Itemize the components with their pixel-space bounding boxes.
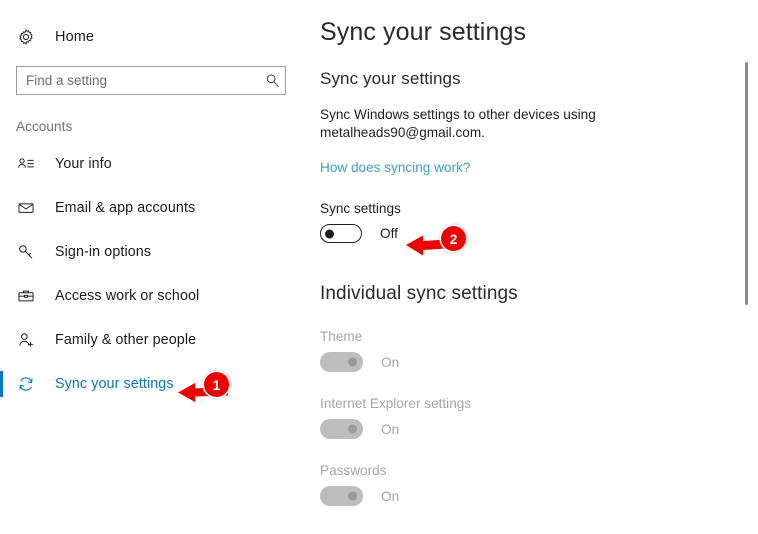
vertical-scrollbar[interactable]: [741, 0, 753, 534]
page-title: Sync your settings: [320, 18, 527, 46]
sidebar-item-sign-in-options[interactable]: Sign-in options: [0, 230, 300, 274]
sync-icon: [16, 374, 36, 394]
gear-icon: [16, 27, 36, 47]
key-icon: [16, 242, 36, 262]
annotation-badge-2: 2: [441, 226, 466, 251]
sidebar-item-home-label: Home: [55, 29, 95, 45]
sidebar-item-your-info[interactable]: Your info: [0, 142, 300, 186]
theme-toggle-state: On: [381, 354, 400, 370]
search-input[interactable]: [17, 67, 259, 94]
sidebar-item-sync-your-settings[interactable]: Sync your settings: [0, 362, 300, 406]
sidebar-nav: Your info Email & app accounts Sign-in o…: [0, 142, 300, 406]
sidebar-item-family-other-people-label: Family & other people: [55, 332, 197, 348]
settings-window: Home Accounts: [0, 0, 758, 534]
search-icon[interactable]: [259, 67, 285, 94]
individual-sync-settings-heading: Individual sync settings: [320, 283, 518, 304]
toggle-knob: [348, 491, 357, 501]
passwords-toggle: [320, 486, 363, 506]
sync-section-heading: Sync your settings: [320, 69, 461, 88]
sidebar-item-access-work-or-school[interactable]: Access work or school: [0, 274, 300, 318]
sidebar: Home Accounts: [0, 0, 300, 534]
person-add-icon: [16, 330, 36, 350]
sync-settings-toggle[interactable]: [320, 224, 362, 243]
main-content: Sync your settings Sync your settings Sy…: [300, 0, 758, 534]
theme-label: Theme: [320, 329, 363, 344]
theme-toggle: [320, 352, 363, 372]
passwords-label: Passwords: [320, 463, 387, 478]
sidebar-item-home[interactable]: Home: [0, 20, 300, 54]
contact-card-icon: [16, 154, 36, 174]
annotation-badge-1: 1: [204, 372, 229, 397]
internet-explorer-settings-toggle-row: On: [320, 419, 758, 439]
toggle-knob: [348, 357, 357, 367]
sidebar-item-email-app-accounts-label: Email & app accounts: [55, 200, 196, 216]
theme-toggle-row: On: [320, 352, 758, 372]
how-does-syncing-work-link[interactable]: How does syncing work?: [320, 160, 470, 175]
briefcase-icon: [16, 286, 36, 306]
envelope-icon: [16, 198, 36, 218]
sync-settings-label: Sync settings: [320, 201, 401, 216]
sync-description: Sync Windows settings to other devices u…: [320, 107, 596, 140]
internet-explorer-settings-label: Internet Explorer settings: [320, 396, 472, 411]
sidebar-item-sign-in-options-label: Sign-in options: [55, 244, 152, 260]
sidebar-item-access-work-or-school-label: Access work or school: [55, 288, 200, 304]
passwords-toggle-row: On: [320, 486, 758, 506]
sync-settings-toggle-row: Off: [320, 224, 758, 243]
sync-settings-toggle-state: Off: [380, 226, 398, 241]
internet-explorer-settings-toggle-state: On: [381, 421, 400, 437]
sidebar-item-email-app-accounts[interactable]: Email & app accounts: [0, 186, 300, 230]
scrollbar-thumb[interactable]: [745, 62, 748, 305]
sidebar-item-your-info-label: Your info: [55, 156, 112, 172]
toggle-knob: [325, 229, 334, 238]
sidebar-item-family-other-people[interactable]: Family & other people: [0, 318, 300, 362]
search-box[interactable]: [16, 66, 286, 95]
sidebar-item-sync-your-settings-label: Sync your settings: [55, 376, 174, 392]
passwords-toggle-state: On: [381, 488, 400, 504]
toggle-knob: [348, 424, 357, 434]
internet-explorer-settings-toggle: [320, 419, 363, 439]
sidebar-section-label: Accounts: [16, 119, 73, 134]
